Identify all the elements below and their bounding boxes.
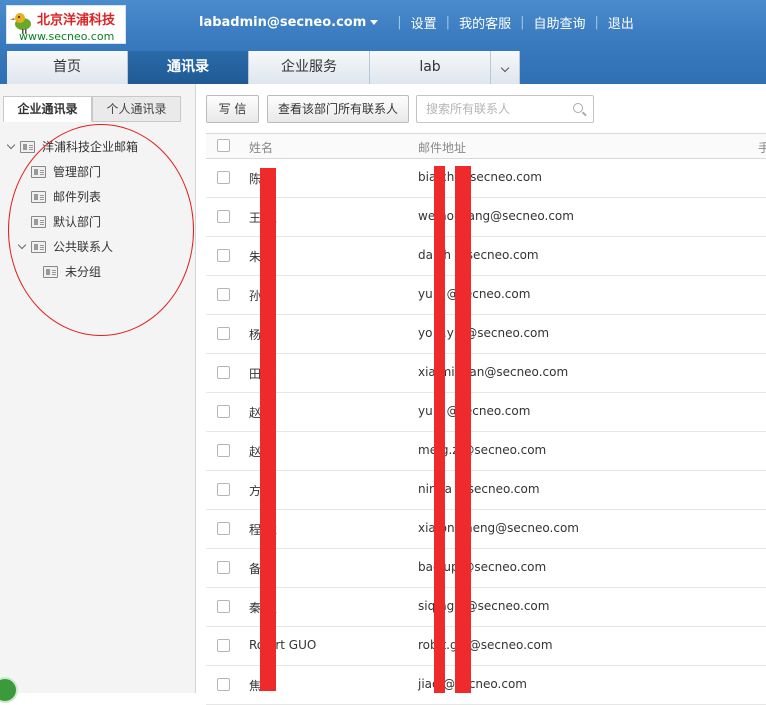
table-row[interactable]: 焦 jiao @secneo.com [206, 666, 766, 705]
account-dropdown-icon[interactable] [370, 20, 379, 25]
chevron-down-icon[interactable] [6, 140, 16, 150]
redaction-bar [260, 168, 276, 691]
logo-url: www.secneo.com [19, 30, 115, 43]
row-checkbox[interactable] [217, 327, 230, 340]
account-email[interactable]: labadmin@secneo.com [199, 15, 366, 30]
my-support-link[interactable]: 我的客服 [459, 13, 511, 32]
table-row[interactable]: 程 龙xia on cheng@secneo.com [206, 510, 766, 549]
redaction-bar [455, 166, 471, 693]
redaction-bar [434, 166, 445, 693]
row-checkbox[interactable] [217, 171, 230, 184]
tab-personal-contacts[interactable]: 个人通讯录 [92, 96, 181, 122]
company-logo[interactable]: 北京洋浦科技 www.secneo.com [6, 5, 126, 44]
row-checkbox[interactable] [217, 678, 230, 691]
app-header: 北京洋浦科技 www.secneo.com labadmin@secneo.co… [0, 0, 766, 84]
row-checkbox[interactable] [217, 483, 230, 496]
tab-lab[interactable]: lab [370, 51, 491, 84]
table-row[interactable]: 赵 yu.z @secneo.com [206, 393, 766, 432]
tab-contacts[interactable]: 通讯录 [128, 51, 249, 84]
contact-card-icon [20, 140, 35, 153]
tab-more-button[interactable] [491, 51, 520, 84]
row-checkbox[interactable] [217, 561, 230, 574]
self-service-link[interactable]: 自助查询 [533, 13, 585, 32]
table-row[interactable]: 王 红we ho wang@secneo.com [206, 198, 766, 237]
row-checkbox[interactable] [217, 444, 230, 457]
row-checkbox[interactable] [217, 249, 230, 262]
search-input[interactable] [417, 96, 567, 122]
table-header: 姓名 邮件地址 手 [206, 133, 766, 159]
row-checkbox[interactable] [217, 600, 230, 613]
table-row[interactable]: Ro ert GUO rob t.g o@secneo.com [206, 627, 766, 666]
row-checkbox[interactable] [217, 288, 230, 301]
row-checkbox[interactable] [217, 522, 230, 535]
table-row[interactable]: 孙 yu.s @secneo.com [206, 276, 766, 315]
header-email[interactable]: 邮件地址 [418, 139, 466, 156]
header-phone[interactable]: 手 [758, 139, 766, 156]
row-checkbox[interactable] [217, 639, 230, 652]
select-all-checkbox[interactable] [217, 139, 230, 152]
table-row[interactable]: 方 nin fa @secneo.com [206, 471, 766, 510]
search-icon[interactable] [573, 103, 583, 113]
annotation-circle [8, 124, 194, 336]
tab-enterprise-services[interactable]: 企业服务 [249, 51, 370, 84]
row-checkbox[interactable] [217, 366, 230, 379]
table-row[interactable]: 备 bac up @secneo.com [206, 549, 766, 588]
tab-enterprise-contacts[interactable]: 企业通讯录 [3, 96, 92, 122]
table-row[interactable]: 朱 da ch @secneo.com [206, 237, 766, 276]
row-checkbox[interactable] [217, 210, 230, 223]
tab-home[interactable]: 首页 [7, 51, 128, 84]
header-name[interactable]: 姓名 [249, 139, 273, 156]
chevron-down-icon [500, 63, 510, 73]
table-row[interactable]: 秦 强siq ng n@secneo.com [206, 588, 766, 627]
top-nav: labadmin@secneo.com | 设置 | 我的客服 | 自助查询 | 退出 [199, 13, 634, 32]
contact-search[interactable] [416, 95, 594, 123]
logout-link[interactable]: 退出 [608, 13, 634, 32]
settings-link[interactable]: 设置 [411, 13, 437, 32]
row-checkbox[interactable] [217, 405, 230, 418]
write-mail-button[interactable]: 写 信 [206, 95, 259, 123]
table-row[interactable]: 赵 me g.z @secneo.com [206, 432, 766, 471]
table-row[interactable]: 田 宁xia min ian@secneo.com [206, 354, 766, 393]
table-row[interactable]: 陈 bia ch @secneo.com [206, 159, 766, 198]
table-row[interactable]: 杨 利yo li.y g@secneo.com [206, 315, 766, 354]
logo-company-name: 北京洋浦科技 [37, 13, 116, 28]
view-all-contacts-button[interactable]: 查看该部门所有联系人 [267, 95, 409, 123]
